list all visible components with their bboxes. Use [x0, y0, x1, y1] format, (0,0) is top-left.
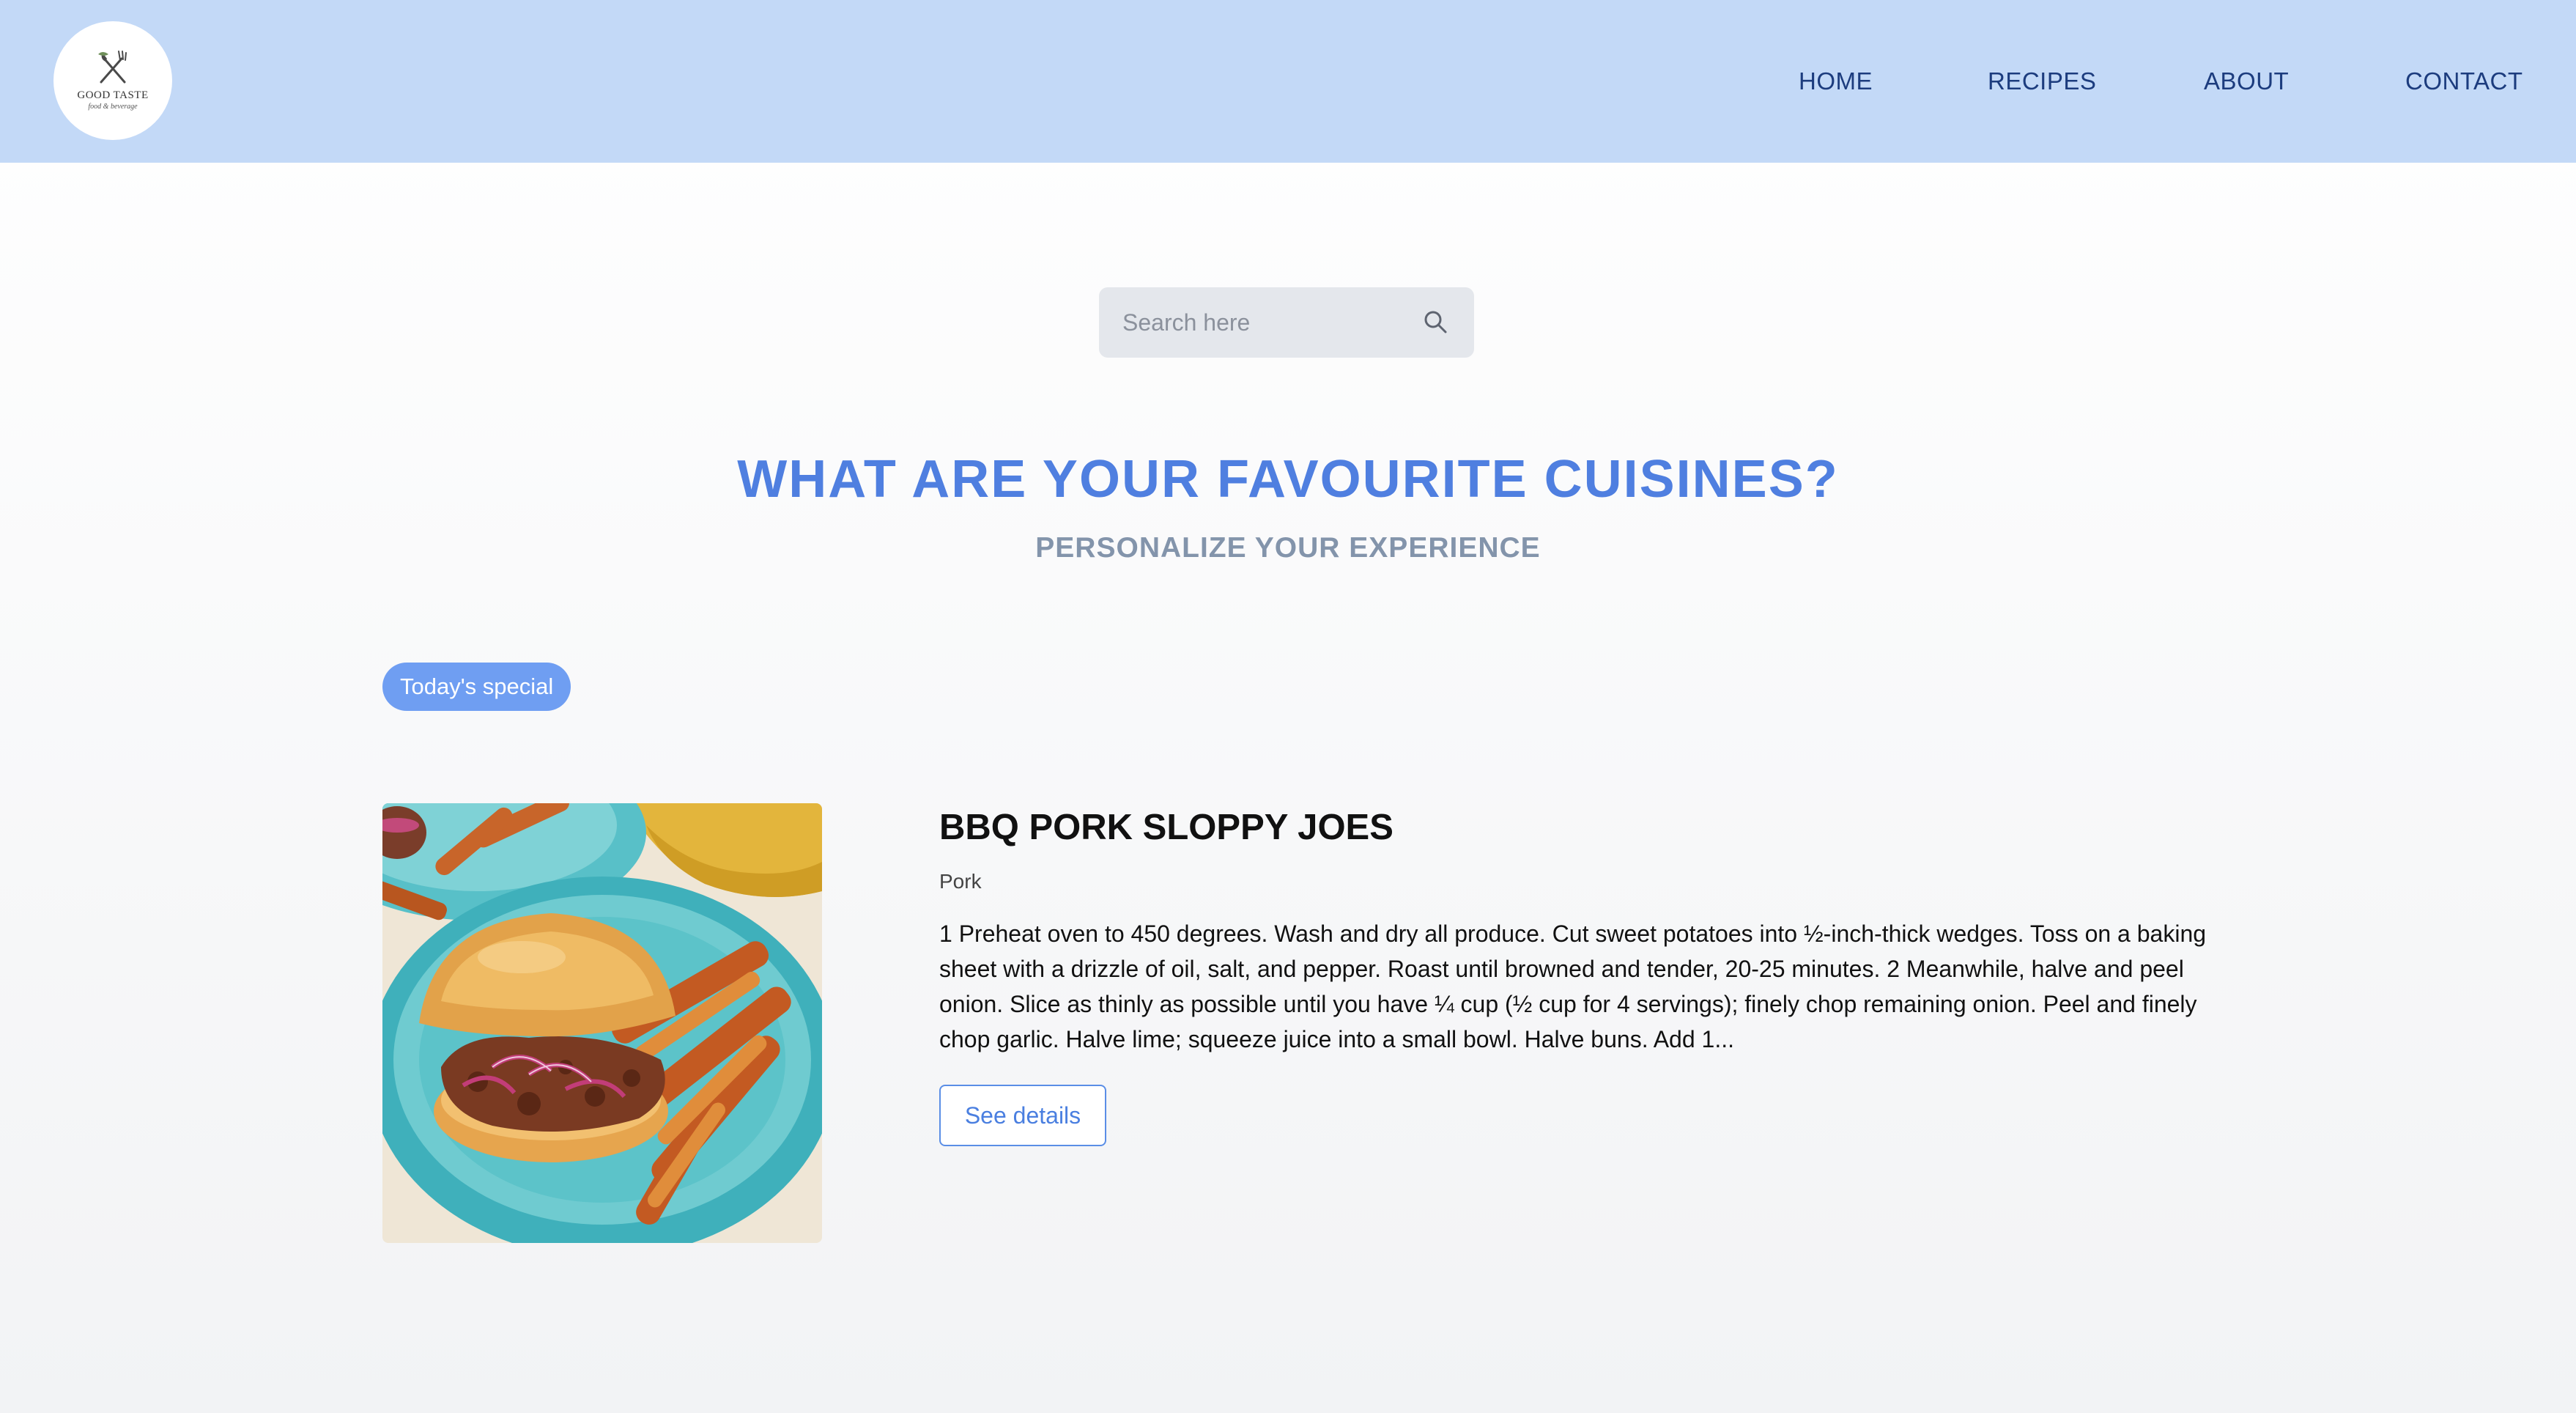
logo-tagline: food & beverage: [88, 102, 138, 111]
search-input[interactable]: [1122, 287, 1408, 358]
nav-about[interactable]: ABOUT: [2204, 67, 2289, 95]
nav-recipes[interactable]: RECIPES: [1988, 67, 2096, 95]
sloppy-joe-photo: [382, 803, 822, 1243]
page-subtitle: PERSONALIZE YOUR EXPERIENCE: [1035, 532, 1541, 564]
recipe-title[interactable]: BBQ PORK SLOPPY JOES: [939, 806, 1394, 849]
site-header: GOOD TASTE food & beverage HOME RECIPES …: [0, 0, 2576, 163]
search-box: [1099, 287, 1474, 358]
search-icon[interactable]: [1421, 308, 1451, 337]
recipe-description: 1 Preheat oven to 450 degrees. Wash and …: [939, 921, 2207, 1052]
site-logo[interactable]: GOOD TASTE food & beverage: [53, 21, 172, 140]
nav-contact[interactable]: CONTACT: [2405, 67, 2523, 95]
recipe-category: Pork: [939, 870, 982, 893]
see-details-button[interactable]: See details: [939, 1085, 1106, 1146]
recipe-image[interactable]: [382, 803, 822, 1243]
logo-name: GOOD TASTE: [77, 89, 149, 101]
fork-knife-icon: [98, 50, 127, 83]
special-badge: Today's special: [382, 663, 571, 711]
page-title: WHAT ARE YOUR FAVOURITE CUISINES?: [737, 450, 1839, 509]
nav-home[interactable]: HOME: [1799, 67, 1873, 95]
